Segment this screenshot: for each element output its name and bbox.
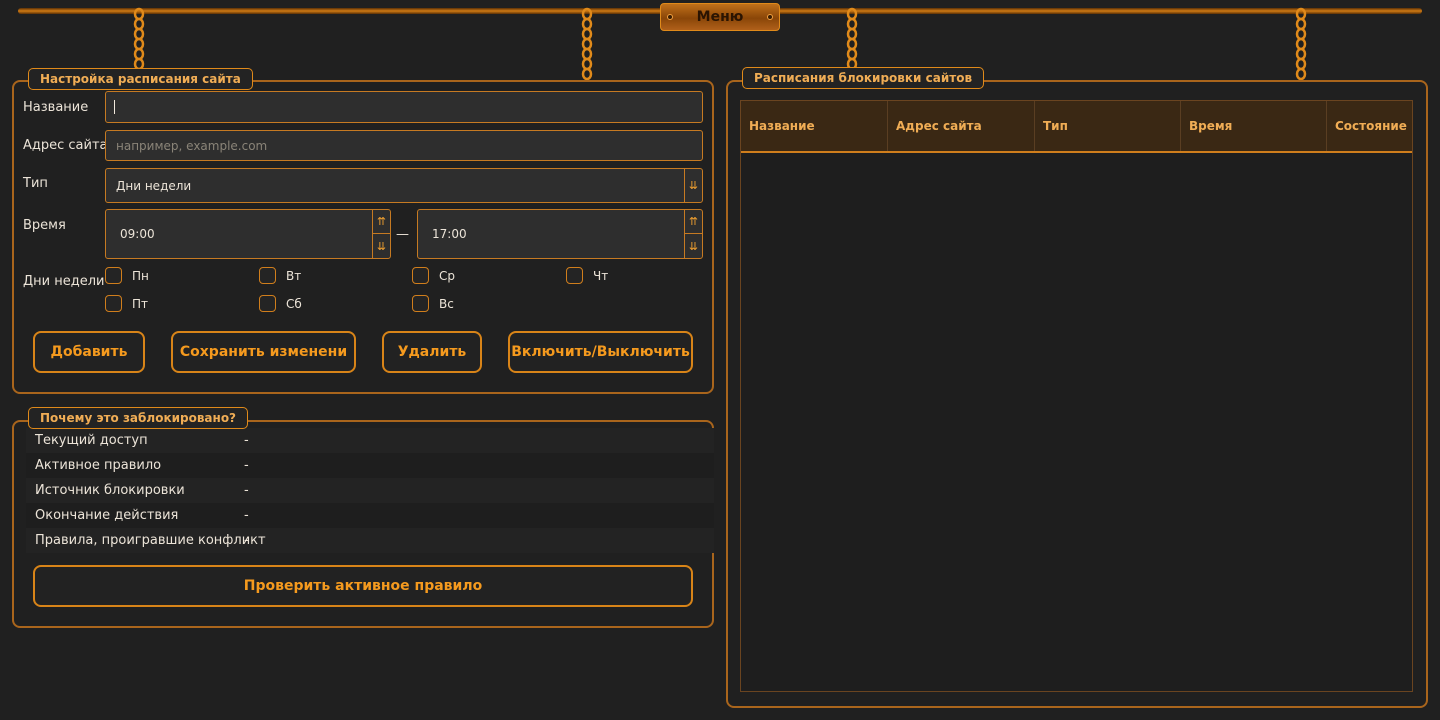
time-from-spin: ⇈ ⇊ — [372, 210, 390, 258]
column-header-type[interactable]: Тип — [1035, 101, 1181, 151]
site-label: Адрес сайта — [23, 138, 108, 153]
info-key: Текущий доступ — [35, 433, 148, 448]
day-label: Сб — [286, 296, 302, 311]
info-row-block-source: Источник блокировки - — [26, 478, 714, 503]
info-value: - — [244, 533, 249, 548]
type-select-value: Дни недели — [116, 178, 192, 193]
time-label: Время — [23, 218, 66, 233]
info-row-active-rule: Активное правило - — [26, 453, 714, 478]
chain-icon — [1295, 7, 1307, 80]
text-caret — [114, 100, 115, 114]
time-to-spin: ⇈ ⇊ — [684, 210, 702, 258]
check-active-rule-button[interactable]: Проверить активное правило — [33, 565, 693, 607]
day-checkbox-sun[interactable]: Вс — [412, 295, 454, 312]
time-from-value: 09:00 — [120, 227, 155, 241]
double-arrow-up-icon[interactable]: ⇈ — [685, 210, 702, 234]
checkbox-box[interactable] — [105, 267, 122, 284]
info-key: Окончание действия — [35, 508, 179, 523]
day-checkbox-sat[interactable]: Сб — [259, 295, 302, 312]
checkbox-box[interactable] — [412, 295, 429, 312]
type-label: Тип — [23, 176, 48, 191]
name-label: Название — [23, 100, 89, 115]
info-value: - — [244, 433, 249, 448]
chain-icon — [581, 7, 593, 80]
double-arrow-down-icon[interactable]: ⇊ — [684, 169, 702, 202]
checkbox-box[interactable] — [259, 295, 276, 312]
day-label: Чт — [593, 268, 609, 283]
rivet-icon — [767, 14, 773, 20]
why-blocked-title: Почему это заблокировано? — [28, 407, 249, 429]
time-from-spinbox[interactable]: 09:00 ⇈ ⇊ — [105, 209, 391, 259]
info-row-current-access: Текущий доступ - — [26, 428, 714, 453]
days-label: Дни недели — [23, 274, 105, 289]
day-checkbox-fri[interactable]: Пт — [105, 295, 148, 312]
info-key: Источник блокировки — [35, 483, 185, 498]
delete-button[interactable]: Удалить — [382, 331, 482, 373]
day-checkbox-thu[interactable]: Чт — [566, 267, 608, 284]
info-value: - — [244, 508, 249, 523]
info-value: - — [244, 483, 249, 498]
column-header-site[interactable]: Адрес сайта — [888, 101, 1035, 151]
schedules-table[interactable]: Название Адрес сайта Тип Время Состояние — [740, 100, 1413, 692]
info-row-expiration: Окончание действия - — [26, 503, 714, 528]
save-changes-button[interactable]: Сохранить изменени — [171, 331, 356, 373]
column-header-name[interactable]: Название — [741, 101, 888, 151]
info-key: Активное правило — [35, 458, 162, 473]
day-checkbox-wed[interactable]: Ср — [412, 267, 455, 284]
time-to-spinbox[interactable]: 17:00 ⇈ ⇊ — [417, 209, 703, 259]
day-checkbox-mon[interactable]: Пн — [105, 267, 149, 284]
info-value: - — [244, 458, 249, 473]
rivet-icon — [667, 14, 673, 20]
day-checkbox-tue[interactable]: Вт — [259, 267, 301, 284]
day-label: Пн — [132, 268, 149, 283]
info-row-lost-rules: Правила, проигравшие конфликт - — [26, 528, 714, 553]
time-separator: — — [396, 227, 409, 242]
add-button[interactable]: Добавить — [33, 331, 145, 373]
schedules-title: Расписания блокировки сайтов — [742, 67, 985, 89]
info-key: Правила, проигравшие конфликт — [35, 533, 266, 548]
column-header-time[interactable]: Время — [1181, 101, 1327, 151]
day-label: Вс — [439, 296, 454, 311]
table-header: Название Адрес сайта Тип Время Состояние — [741, 101, 1412, 153]
site-input-placeholder: например, example.com — [116, 138, 268, 153]
day-label: Пт — [132, 296, 149, 311]
time-to-value: 17:00 — [432, 227, 467, 241]
day-label: Ср — [439, 268, 455, 283]
column-header-state[interactable]: Состояние — [1327, 101, 1412, 151]
site-input[interactable]: например, example.com — [105, 130, 703, 161]
double-arrow-down-icon[interactable]: ⇊ — [685, 234, 702, 258]
schedule-settings-title: Настройка расписания сайта — [28, 68, 253, 90]
double-arrow-up-icon[interactable]: ⇈ — [373, 210, 390, 234]
double-arrow-down-icon[interactable]: ⇊ — [373, 234, 390, 258]
menu-button[interactable]: Меню — [660, 3, 780, 31]
name-input[interactable] — [105, 91, 703, 123]
checkbox-box[interactable] — [566, 267, 583, 284]
checkbox-box[interactable] — [412, 267, 429, 284]
day-label: Вт — [286, 268, 302, 283]
menu-button-label: Меню — [696, 9, 744, 25]
toggle-button[interactable]: Включить/Выключить — [508, 331, 693, 373]
checkbox-box[interactable] — [259, 267, 276, 284]
type-select[interactable]: Дни недели ⇊ — [105, 168, 703, 203]
checkbox-box[interactable] — [105, 295, 122, 312]
